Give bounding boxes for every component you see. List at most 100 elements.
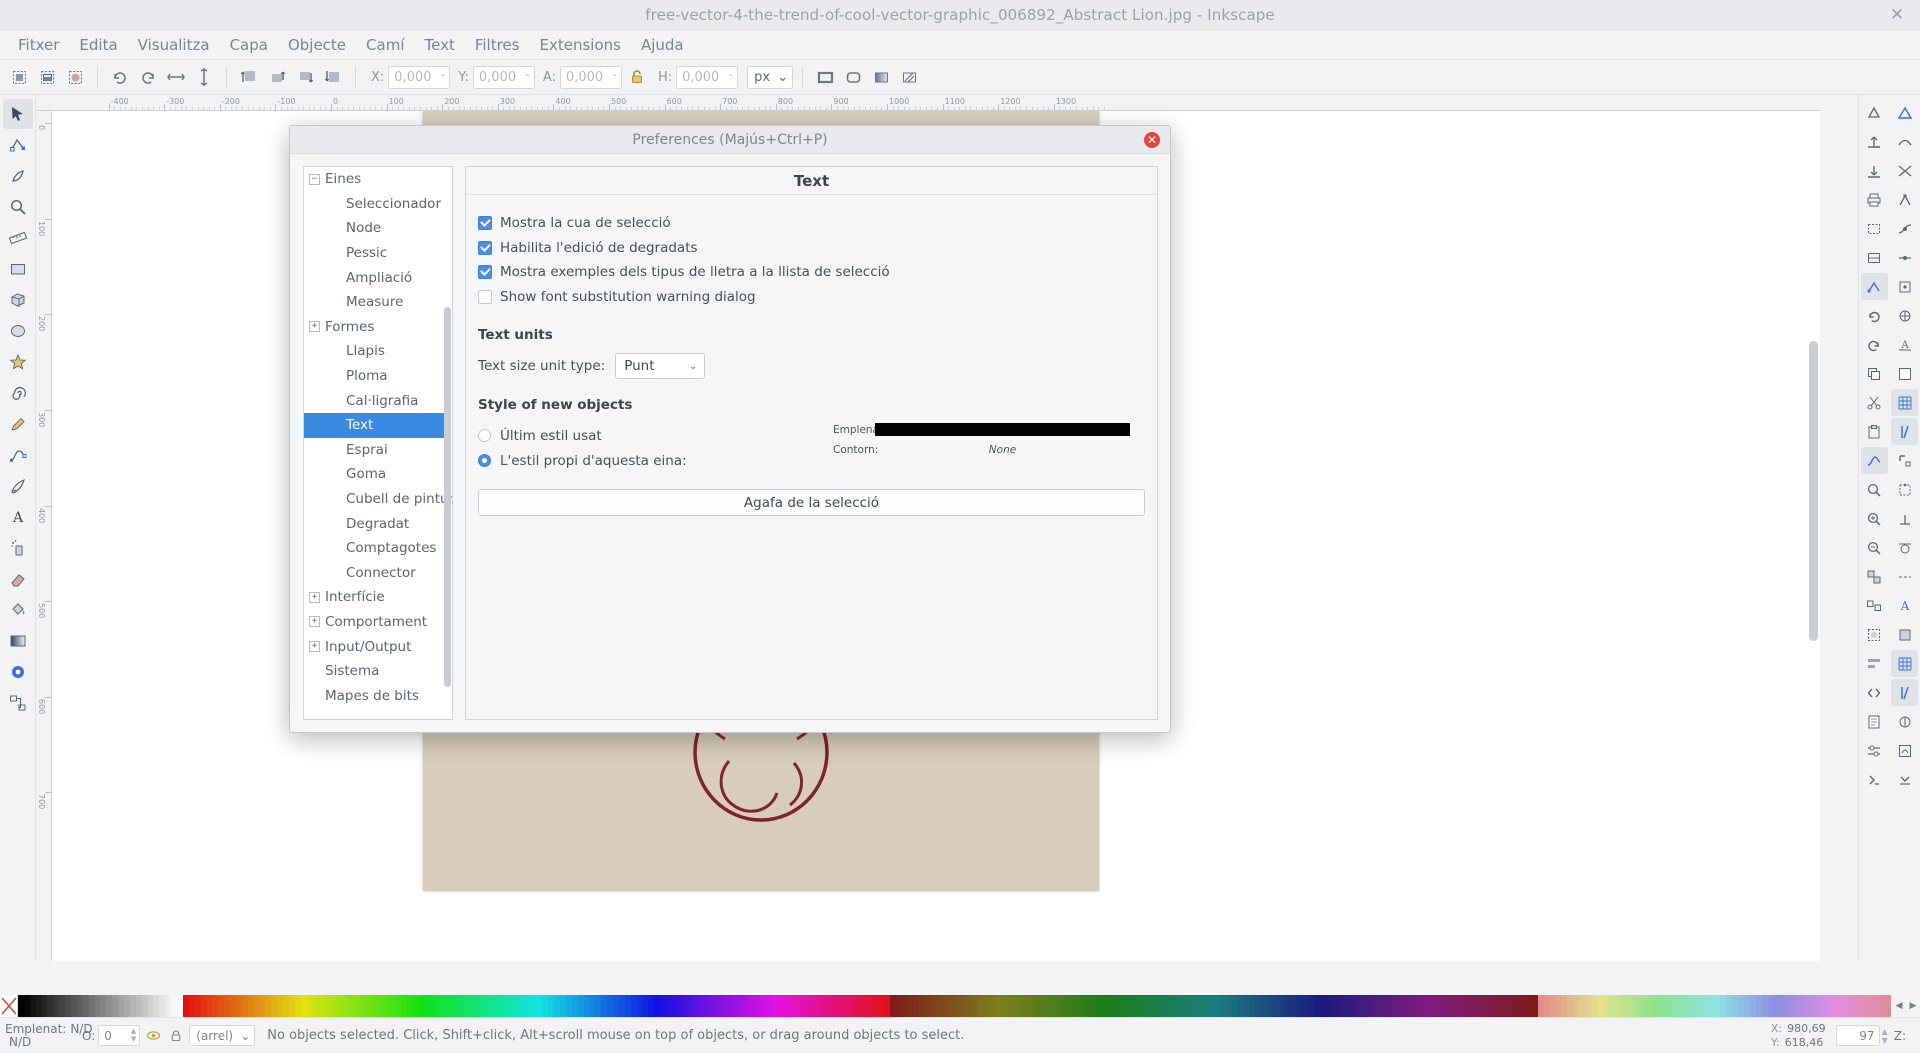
snap-path-icon[interactable]	[1891, 128, 1918, 155]
snap-grid-icon[interactable]	[1891, 389, 1919, 416]
style-fill-swatch[interactable]	[875, 423, 1130, 436]
checkbox-row-gradient-edit[interactable]: Habilita l'edició de degradats	[478, 236, 1145, 261]
checkbox-row-selection-cue[interactable]: Mostra la cua de selecció	[478, 211, 1145, 236]
tool-eraser[interactable]	[3, 564, 33, 594]
zoom-stepper[interactable]: ▲ ▼	[1882, 1027, 1888, 1045]
tool-3dbox[interactable]	[3, 285, 33, 315]
tree-scrollbar[interactable]	[444, 307, 451, 687]
ungroup-icon[interactable]	[1861, 592, 1888, 619]
height-input[interactable]: 0,000 ⌃	[676, 65, 739, 89]
tool-text[interactable]: A	[3, 502, 33, 532]
snap-guide-icon[interactable]	[1891, 418, 1919, 445]
export-icon[interactable]	[1861, 128, 1888, 155]
opacity-stepper[interactable]: ▲ ▼	[131, 1027, 136, 1043]
tool-calligraphy[interactable]	[3, 471, 33, 501]
paste-icon[interactable]	[1861, 418, 1888, 445]
menu-item-capa[interactable]: Capa	[220, 33, 278, 57]
snap-bbox-icon[interactable]	[1861, 215, 1888, 242]
snap-bbox-midpoint-icon[interactable]	[1891, 476, 1918, 503]
affect-gradients-icon[interactable]	[868, 64, 894, 90]
tree-item-ploma[interactable]: Ploma	[304, 364, 446, 389]
layer-select[interactable]: (arrel) ⌄	[189, 1025, 256, 1046]
tree-item-esprai[interactable]: Esprai	[304, 438, 446, 463]
tree-item-comportament[interactable]: + Comportament	[304, 610, 446, 635]
snap-path-intersection-icon[interactable]	[1891, 157, 1918, 184]
menu-item-edita[interactable]: Edita	[69, 33, 127, 57]
tree-item-cubell-de-pintura[interactable]: Cubell de pintura	[304, 487, 452, 512]
fill-stroke-icon[interactable]	[1891, 621, 1918, 648]
snap-nodes-icon[interactable]	[1860, 273, 1888, 300]
tool-measure[interactable]	[3, 223, 33, 253]
objects-dialog-icon[interactable]	[1891, 708, 1918, 735]
expand-icon[interactable]: +	[309, 616, 320, 628]
x-input[interactable]: 0,000 ⌃	[388, 65, 451, 89]
command-prompt-icon[interactable]	[1861, 766, 1888, 793]
zoom-selection-icon[interactable]	[1861, 534, 1888, 561]
raise-to-top-icon[interactable]	[236, 64, 262, 90]
snap-tangential-icon[interactable]	[1891, 534, 1918, 561]
duplicate-icon[interactable]	[1861, 360, 1888, 387]
select-all-layers-icon[interactable]	[34, 64, 60, 90]
expand-icon[interactable]: +	[309, 641, 320, 653]
snap-text-baseline-icon[interactable]: A	[1891, 331, 1918, 358]
affect-stroke-width-icon[interactable]	[812, 64, 838, 90]
palette-none-swatch[interactable]	[0, 995, 18, 1017]
print-icon[interactable]	[1861, 186, 1888, 213]
checkbox-selection-cue[interactable]	[478, 216, 492, 231]
tree-item-pessic[interactable]: Pessic	[304, 241, 446, 266]
tree-item-mapes-de-bits[interactable]: Mapes de bits	[304, 683, 446, 708]
import-icon[interactable]	[1861, 157, 1888, 184]
tree-item-input-output[interactable]: + Input/Output	[304, 634, 446, 659]
lower-icon[interactable]	[292, 64, 318, 90]
snap-master-icon[interactable]	[1891, 99, 1918, 126]
collapse-icon[interactable]: −	[309, 173, 320, 185]
checkbox-font-samples[interactable]	[478, 265, 492, 280]
radio-this-tools-own-style[interactable]	[478, 454, 491, 467]
tree-item-connector[interactable]: Connector	[304, 561, 446, 586]
snap-object-center-icon[interactable]	[1891, 273, 1918, 300]
guides-dialog-icon[interactable]	[1891, 679, 1919, 706]
tool-gradient[interactable]	[3, 626, 33, 656]
flip-vertical-icon[interactable]	[191, 64, 217, 90]
cut-icon[interactable]	[1861, 389, 1888, 416]
tree-item-measure[interactable]: Measure	[304, 290, 446, 315]
tool-node-editor[interactable]	[3, 130, 33, 160]
tree-item-llapis[interactable]: Llapis	[304, 339, 446, 364]
y-stepper[interactable]: ⌃	[524, 67, 531, 88]
zoom-page-icon[interactable]	[1861, 476, 1888, 503]
tree-item-node[interactable]: Node	[304, 216, 446, 241]
window-close-icon[interactable]: ✕	[1888, 6, 1906, 24]
menu-item-fitxer[interactable]: Fitxer	[8, 33, 69, 57]
tree-item-goma[interactable]: Goma	[304, 462, 446, 487]
tool-connector[interactable]	[3, 688, 33, 718]
snap-rotation-center-icon[interactable]	[1891, 302, 1918, 329]
tool-paint-bucket[interactable]	[3, 595, 33, 625]
tree-item-ampliaci[interactable]: Ampliació	[304, 265, 446, 290]
tool-spray[interactable]	[3, 533, 33, 563]
menu-item-objecte[interactable]: Objecte	[278, 33, 356, 57]
tree-item-text[interactable]: Text	[304, 412, 446, 438]
zoom-drawing-icon[interactable]	[1861, 505, 1888, 532]
group-icon[interactable]	[1861, 563, 1888, 590]
snap-cusp-node-icon[interactable]	[1891, 186, 1918, 213]
raise-icon[interactable]	[264, 64, 290, 90]
tool-spiral[interactable]	[3, 378, 33, 408]
clip-icon[interactable]	[1861, 621, 1888, 648]
height-stepper[interactable]: ⌃	[727, 67, 734, 88]
tree-item-eines[interactable]: − Eines	[304, 167, 446, 192]
tool-zoom[interactable]	[3, 192, 33, 222]
menu-item-ajuda[interactable]: Ajuda	[631, 33, 694, 57]
expand-icon[interactable]: +	[309, 321, 320, 333]
snap-center-line-icon[interactable]	[1891, 563, 1918, 590]
snap-midpoint-icon[interactable]	[1891, 244, 1918, 271]
expand-icon[interactable]: +	[309, 591, 320, 603]
select-all-icon[interactable]	[6, 64, 32, 90]
snap-smooth-node-icon[interactable]	[1891, 215, 1918, 242]
preferences-icon[interactable]	[1861, 737, 1888, 764]
tree-item-formes[interactable]: + Formes	[304, 315, 446, 340]
color-palette[interactable]: ◀ ▶	[0, 995, 1920, 1017]
layer-lock-icon[interactable]	[166, 1026, 186, 1046]
undo-history-icon[interactable]	[1861, 302, 1888, 329]
x-stepper[interactable]: ⌃	[440, 67, 447, 88]
messages-icon[interactable]	[1891, 766, 1918, 793]
